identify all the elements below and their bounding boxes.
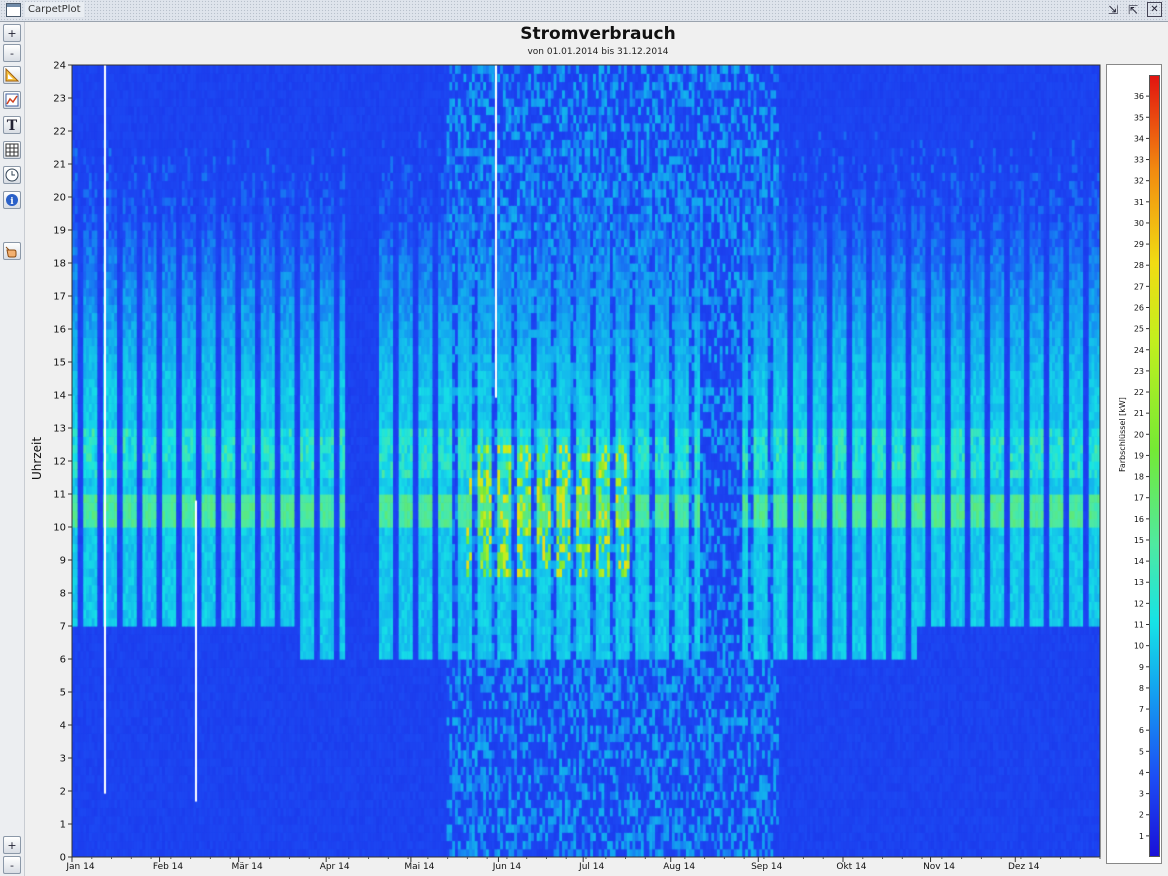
colorbar-tick-label: 16 — [1134, 515, 1144, 524]
colorbar-tick-label: 29 — [1134, 240, 1144, 249]
colorbar-tick-label: 14 — [1134, 557, 1144, 566]
colorbar-tick-label: 11 — [1134, 621, 1144, 630]
colorbar-tick-label: 8 — [1139, 684, 1144, 693]
colorbar-tick-label: 35 — [1134, 113, 1144, 122]
colorbar-tick-label: 34 — [1134, 134, 1144, 143]
colorbar-tick-label: 24 — [1134, 346, 1144, 355]
colorbar-tick-label: 15 — [1134, 536, 1144, 545]
colorbar-tick-label: 7 — [1139, 705, 1144, 714]
colorbar-tick-label: 6 — [1139, 726, 1144, 735]
colorbar-tick-label: 23 — [1134, 367, 1144, 376]
colorbar-tick-label: 1 — [1139, 832, 1144, 841]
colorbar-tick-label: 9 — [1139, 663, 1144, 672]
colorbar-tick-label: 30 — [1134, 219, 1144, 228]
colorbar-tick-label: 19 — [1134, 451, 1144, 460]
colorbar-ticks: 1234567891011121314151617181920212223242… — [1134, 92, 1149, 841]
colorbar-tick-label: 22 — [1134, 388, 1144, 397]
colorbar-tick-label: 13 — [1134, 578, 1144, 587]
colorbar-tick-label: 28 — [1134, 261, 1144, 270]
colorbar-tick-label: 10 — [1134, 642, 1144, 651]
colorbar-tick-label: 2 — [1139, 811, 1144, 820]
colorbar-tick-label: 25 — [1134, 325, 1144, 334]
colorbar-tick-label: 31 — [1134, 198, 1144, 207]
colorbar-tick-label: 26 — [1134, 303, 1144, 312]
colorbar-tick-label: 5 — [1139, 747, 1144, 756]
colorbar-tick-label: 32 — [1134, 177, 1144, 186]
colorbar-tick-label: 4 — [1139, 768, 1144, 777]
colorbar-tick-label: 20 — [1134, 430, 1144, 439]
colorbar-tick-label: 3 — [1139, 790, 1144, 799]
colorbar-tick-label: 12 — [1134, 599, 1144, 608]
colorbar-tick-label: 21 — [1134, 409, 1144, 418]
colorbar-tick-label: 18 — [1134, 473, 1144, 482]
colorbar-tick-label: 27 — [1134, 282, 1144, 291]
colorbar-tick-label: 17 — [1134, 494, 1144, 503]
colorbar-tick-label: 33 — [1134, 156, 1144, 165]
colorbar-tick-label: 36 — [1134, 92, 1144, 101]
